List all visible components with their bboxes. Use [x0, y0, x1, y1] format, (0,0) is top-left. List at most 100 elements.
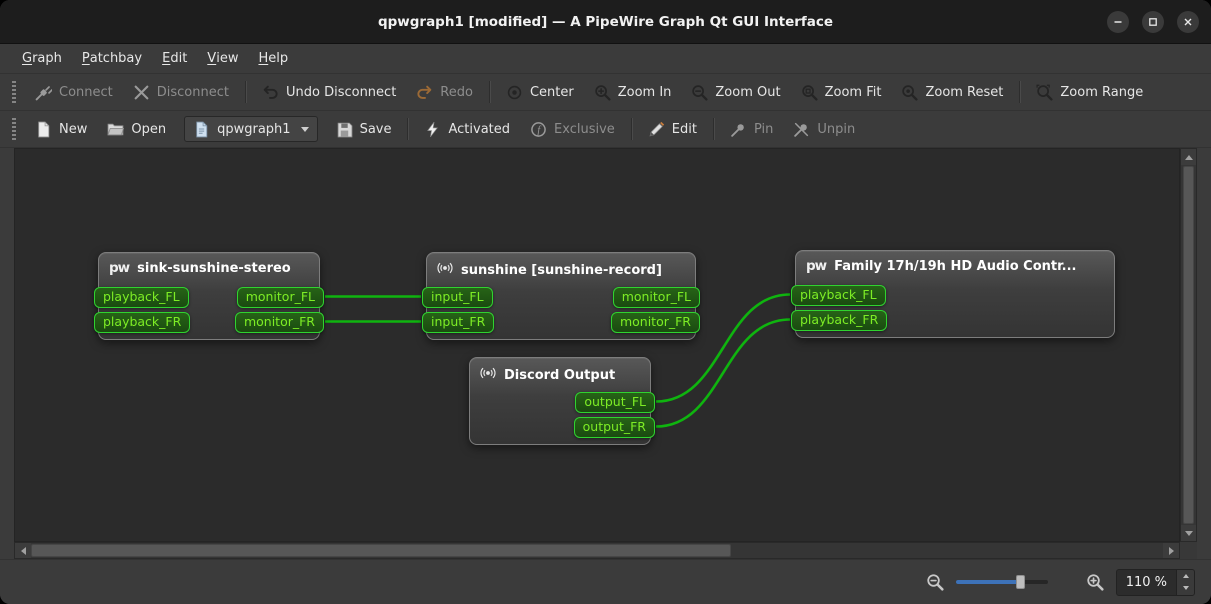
vertical-scroll-thumb[interactable]: [1183, 166, 1194, 524]
horizontal-scroll-track[interactable]: [31, 543, 1163, 558]
close-icon: [1184, 18, 1192, 25]
horizontal-scrollbar[interactable]: [14, 542, 1180, 559]
node-header[interactable]: pw Family 17h/19h HD Audio Contr...: [796, 251, 1114, 277]
toolbar-separator: [407, 118, 409, 140]
zoom-slider[interactable]: [955, 574, 1048, 590]
scroll-down-arrow[interactable]: [1181, 525, 1196, 541]
zoom-spinbox[interactable]: 110 %: [1115, 568, 1195, 596]
toolbar-file: New Open qpwgraph1 Save Activated f Exclusive E…: [0, 111, 1211, 148]
connect-button[interactable]: Connect: [25, 78, 123, 106]
exclusive-button[interactable]: f Exclusive: [520, 115, 625, 143]
menu-graph[interactable]: Graph: [12, 44, 72, 73]
save-icon: [336, 121, 353, 138]
toolbar-button-label: Pin: [753, 121, 774, 137]
new-button[interactable]: New: [25, 115, 97, 143]
zoom-reset-button[interactable]: Zoom Reset: [891, 78, 1013, 106]
open-button[interactable]: Open: [97, 115, 176, 143]
zoom-out-button[interactable]: Zoom Out: [681, 78, 790, 106]
input-port[interactable]: playback_FR: [791, 310, 888, 331]
minimize-button[interactable]: [1107, 10, 1129, 33]
speaker-icon: [480, 365, 496, 385]
scroll-up-arrow[interactable]: [1181, 149, 1196, 165]
maximize-button[interactable]: [1142, 10, 1164, 33]
zoom-slider-thumb[interactable]: [1015, 575, 1025, 589]
pin-button[interactable]: Pin: [720, 115, 783, 143]
toolbar-button-label: Center: [529, 84, 574, 100]
horizontal-scroll-thumb[interactable]: [31, 544, 731, 557]
toolbar-button-label: Disconnect: [156, 84, 229, 100]
maximize-icon: [1149, 17, 1157, 26]
main-area: pw sink-sunshine-stereo playback_FL playbac…: [0, 148, 1211, 559]
scroll-left-arrow[interactable]: [15, 543, 31, 558]
redo-icon: [416, 84, 433, 101]
input-port[interactable]: playback_FR: [94, 312, 191, 333]
center-button[interactable]: Center: [496, 78, 584, 106]
menu-view[interactable]: View: [197, 44, 248, 73]
menu-edit[interactable]: Edit: [152, 44, 197, 73]
zoom-in-icon: [594, 84, 611, 101]
input-port[interactable]: playback_FL: [94, 287, 189, 308]
activated-button[interactable]: Activated: [414, 115, 520, 143]
zoom-spin-up-button[interactable]: [1177, 569, 1194, 582]
patchbay-combo[interactable]: qpwgraph1: [184, 116, 318, 142]
zoom-spin-down-button[interactable]: [1177, 582, 1194, 595]
output-port[interactable]: monitor_FL: [612, 287, 700, 308]
graph-canvas[interactable]: pw sink-sunshine-stereo playback_FL playbac…: [14, 148, 1180, 542]
disconnect-button[interactable]: Disconnect: [123, 78, 239, 106]
scroll-right-arrow[interactable]: [1163, 543, 1179, 558]
node-title: sink-sunshine-stereo: [137, 260, 291, 276]
node-header[interactable]: pw sink-sunshine-stereo: [99, 253, 319, 279]
node-sink[interactable]: pw sink-sunshine-stereo playback_FLplaybac…: [94, 252, 324, 340]
menu-help[interactable]: Help: [248, 44, 298, 73]
input-port[interactable]: input_FR: [422, 312, 495, 333]
scrollbar-corner: [1180, 542, 1197, 559]
window-controls: [1107, 0, 1199, 43]
exclusive-icon: f: [530, 121, 547, 138]
menu-patchbay[interactable]: Patchbay: [72, 44, 152, 73]
activated-icon: [424, 121, 441, 138]
node-title: Family 17h/19h HD Audio Contr...: [834, 258, 1077, 274]
save-button[interactable]: Save: [326, 115, 402, 143]
output-port[interactable]: output_FR: [573, 417, 655, 438]
minimize-icon: [1114, 20, 1122, 23]
toolbar-separator: [244, 81, 246, 103]
input-port[interactable]: input_FL: [422, 287, 493, 308]
output-port[interactable]: output_FL: [575, 392, 655, 413]
output-port[interactable]: monitor_FR: [234, 312, 324, 333]
patchbay-file-icon: [193, 121, 210, 138]
node-sunshine[interactable]: sunshine [sunshine-record] input_FL input_…: [422, 252, 700, 340]
undo-disconnect-button[interactable]: Undo Disconnect: [252, 78, 406, 106]
toolbar-button-label: New: [59, 121, 88, 137]
center-icon: [506, 84, 523, 101]
vertical-scrollbar[interactable]: [1180, 148, 1197, 542]
redo-button[interactable]: Redo: [406, 78, 483, 106]
unpin-button[interactable]: Unpin: [783, 115, 865, 143]
toolbar-button-label: Open: [131, 121, 167, 137]
toolbar-button-label: Activated: [448, 121, 511, 137]
node-family[interactable]: pw Family 17h/19h HD Audio Contr... playba…: [791, 250, 1115, 338]
open-folder-icon: [107, 121, 125, 138]
toolbar-button-label: Redo: [440, 84, 473, 100]
patchbay-combo-value: qpwgraph1: [217, 121, 291, 137]
window-title: qpwgraph1 [modified] — A PipeWire Graph …: [377, 13, 834, 30]
toolbar-button-label: Unpin: [817, 121, 856, 137]
disconnect-icon: [133, 84, 150, 101]
input-port[interactable]: playback_FL: [791, 285, 886, 306]
output-port[interactable]: monitor_FR: [610, 312, 700, 333]
app-window: qpwgraph1 [modified] — A PipeWire Graph …: [0, 0, 1211, 604]
toolbar-separator: [712, 118, 714, 140]
zoom-fit-button[interactable]: Zoom Fit: [791, 78, 892, 106]
node-discord[interactable]: Discord Output output_FL output_FR: [469, 357, 655, 445]
node-header[interactable]: sunshine [sunshine-record]: [427, 253, 695, 283]
toolbar-button-label: Zoom Fit: [824, 84, 882, 100]
output-port[interactable]: monitor_FL: [236, 287, 324, 308]
close-button[interactable]: [1177, 10, 1199, 33]
node-header[interactable]: Discord Output: [470, 358, 650, 388]
toolbar-handle[interactable]: [12, 118, 16, 140]
zoom-range-button[interactable]: Zoom Range: [1026, 78, 1153, 106]
toolbar-handle[interactable]: [12, 81, 16, 103]
titlebar[interactable]: qpwgraph1 [modified] — A PipeWire Graph …: [0, 0, 1211, 44]
connect-icon: [35, 84, 52, 101]
zoom-in-button[interactable]: Zoom In: [584, 78, 682, 106]
edit-button[interactable]: Edit: [638, 115, 707, 143]
